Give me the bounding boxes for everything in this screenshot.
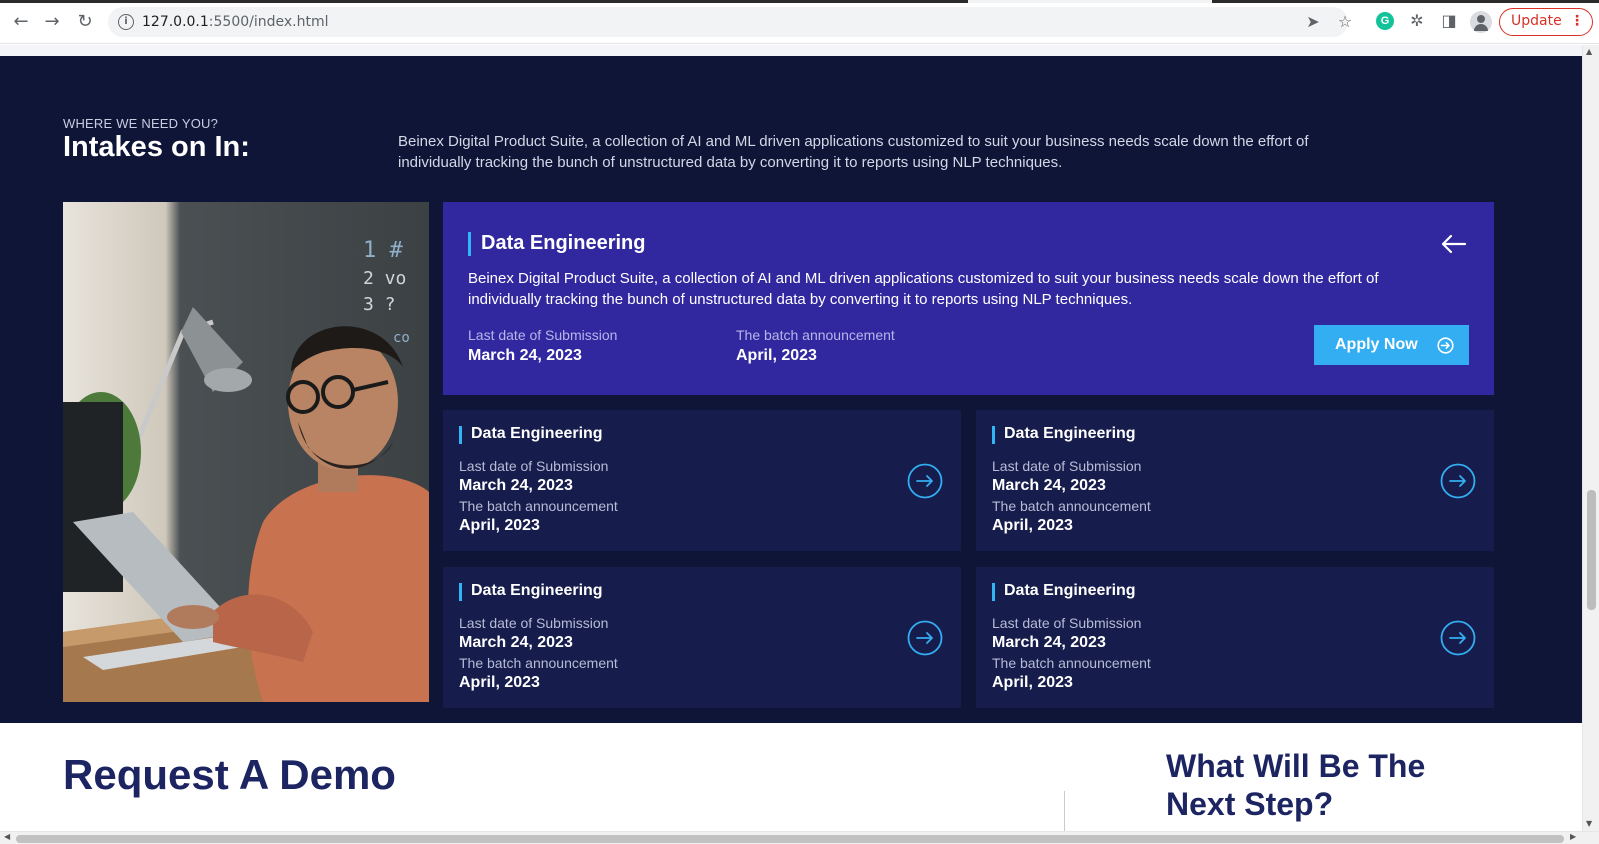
announcement-label: The batch announcement — [459, 498, 618, 514]
svg-text:co: co — [393, 330, 410, 346]
announcement-date: April, 2023 — [992, 674, 1073, 691]
intake-card[interactable]: Data Engineering Last date of Submission… — [976, 567, 1494, 708]
apply-now-label: Apply Now — [1335, 336, 1418, 353]
vertical-scrollbar[interactable]: ▲ ▼ — [1582, 45, 1599, 833]
announcement-date: April, 2023 — [992, 517, 1073, 534]
accent-bar — [992, 583, 995, 601]
back-icon[interactable]: ← — [9, 10, 33, 34]
card-title: Data Engineering — [471, 425, 603, 442]
apply-now-button[interactable]: Apply Now — [1314, 325, 1469, 365]
intakes-section: WHERE WE NEED YOU? Intakes on In: Beinex… — [0, 56, 1582, 723]
featured-intake-card[interactable]: Data Engineering Beinex Digital Product … — [443, 202, 1494, 395]
announcement-label: The batch announcement — [992, 498, 1151, 514]
update-button[interactable]: Update ⋮ — [1499, 8, 1593, 36]
url-path: :5500/index.html — [208, 14, 329, 30]
submission-label: Last date of Submission — [992, 615, 1142, 631]
next-step-title: What Will Be The Next Step? — [1166, 748, 1426, 822]
forward-icon[interactable]: → — [40, 10, 64, 34]
hero-photo: 1 # 2 vo 3 ? co — [63, 202, 429, 702]
circle-arrow-right-icon[interactable] — [1440, 463, 1476, 499]
star-icon[interactable]: ☆ — [1334, 10, 1356, 34]
scrollbar-thumb[interactable] — [1587, 490, 1596, 610]
scroll-left-icon[interactable]: ◀ — [4, 832, 10, 841]
svg-text:2 vo: 2 vo — [363, 268, 406, 289]
developer-at-laptop-illustration: 1 # 2 vo 3 ? co — [63, 202, 429, 702]
submission-label: Last date of Submission — [468, 327, 618, 343]
submission-label: Last date of Submission — [459, 458, 609, 474]
submission-date: March 24, 2023 — [459, 634, 573, 651]
announcement-date: April, 2023 — [736, 347, 817, 364]
scroll-right-icon[interactable]: ▶ — [1570, 832, 1576, 841]
card-title: Data Engineering — [1004, 582, 1136, 599]
reload-icon[interactable]: ↻ — [73, 10, 97, 34]
accent-bar — [459, 426, 462, 444]
intake-card[interactable]: Data Engineering Last date of Submission… — [976, 410, 1494, 551]
submission-label: Last date of Submission — [992, 458, 1142, 474]
divider — [1064, 791, 1065, 833]
side-panel-icon[interactable]: ◨ — [1439, 11, 1459, 31]
submission-date: March 24, 2023 — [459, 477, 573, 494]
announcement-label: The batch announcement — [736, 327, 895, 343]
announcement-date: April, 2023 — [459, 674, 540, 691]
browser-toolbar: ← → ↻ i 127.0.0.1:5500/index.html ➤ ☆ G … — [0, 0, 1599, 44]
info-icon[interactable]: i — [118, 14, 134, 30]
submission-date: March 24, 2023 — [992, 477, 1106, 494]
tab-strip-segment — [0, 0, 968, 3]
update-label: Update — [1511, 13, 1562, 29]
accent-bar — [992, 426, 995, 444]
announcement-label: The batch announcement — [992, 655, 1151, 671]
horizontal-scrollbar[interactable]: ◀ ▶ — [0, 831, 1599, 844]
circle-arrow-right-icon[interactable] — [907, 463, 943, 499]
puzzle-icon[interactable]: ✲ — [1407, 11, 1427, 31]
circle-arrow-right-icon[interactable] — [1440, 620, 1476, 656]
page-top-strip — [0, 45, 1582, 56]
card-title: Data Engineering — [471, 582, 603, 599]
section-description: Beinex Digital Product Suite, a collecti… — [398, 133, 1309, 171]
announcement-date: April, 2023 — [459, 517, 540, 534]
accent-bar — [459, 583, 462, 601]
profile-icon[interactable] — [1470, 11, 1492, 33]
scrollbar-thumb[interactable] — [16, 835, 1564, 843]
tab-strip-segment — [1212, 0, 1599, 3]
accent-bar — [468, 232, 471, 256]
request-demo-title: Request A Demo — [63, 751, 396, 798]
grammarly-icon[interactable]: G — [1376, 12, 1394, 30]
section-eyebrow: WHERE WE NEED YOU? — [63, 116, 219, 131]
featured-description: Beinex Digital Product Suite, a collecti… — [468, 270, 1379, 308]
circle-arrow-right-icon — [1437, 337, 1454, 354]
svg-text:1 #: 1 # — [363, 238, 403, 263]
submission-date: March 24, 2023 — [468, 347, 582, 364]
url-host: 127.0.0.1 — [142, 14, 209, 30]
intake-card[interactable]: Data Engineering Last date of Submission… — [443, 410, 961, 551]
request-demo-section: Request A Demo What Will Be The Next Ste… — [0, 723, 1582, 833]
featured-title: Data Engineering — [481, 232, 646, 254]
section-title: Intakes on In: — [63, 131, 250, 163]
intake-card[interactable]: Data Engineering Last date of Submission… — [443, 567, 961, 708]
menu-icon: ⋮ — [1570, 13, 1584, 29]
arrow-left-icon[interactable] — [1439, 232, 1467, 256]
scroll-down-icon[interactable]: ▼ — [1586, 819, 1592, 828]
submission-label: Last date of Submission — [459, 615, 609, 631]
scroll-up-icon[interactable]: ▲ — [1586, 47, 1592, 56]
svg-text:3 ?: 3 ? — [363, 294, 396, 315]
tab-strip — [0, 0, 1599, 3]
send-icon[interactable]: ➤ — [1302, 10, 1324, 34]
address-bar[interactable]: i 127.0.0.1:5500/index.html — [108, 7, 1348, 37]
circle-arrow-right-icon[interactable] — [907, 620, 943, 656]
announcement-label: The batch announcement — [459, 655, 618, 671]
submission-date: March 24, 2023 — [992, 634, 1106, 651]
card-title: Data Engineering — [1004, 425, 1136, 442]
url-text[interactable]: 127.0.0.1:5500/index.html — [142, 14, 329, 30]
